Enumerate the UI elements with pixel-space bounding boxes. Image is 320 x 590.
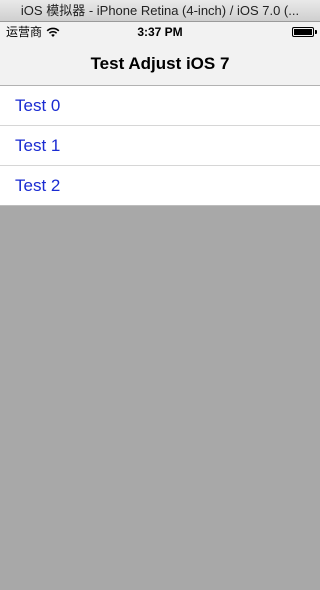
status-bar: 运营商 3:37 PM [0,22,320,42]
cell-label: Test 2 [15,176,61,195]
table-row[interactable]: Test 2 [0,166,320,206]
cell-label: Test 0 [15,96,61,115]
battery-icon [292,27,317,37]
table-row[interactable]: Test 1 [0,126,320,166]
navigation-bar: Test Adjust iOS 7 [0,42,320,86]
cell-label: Test 1 [15,136,61,155]
table-row[interactable]: Test 0 [0,86,320,126]
status-time: 3:37 PM [137,25,183,39]
battery-fill [294,29,312,35]
battery-nub [315,30,317,34]
row-separator [0,205,320,206]
simulator-window-title: iOS 模拟器 - iPhone Retina (4-inch) / iOS 7… [0,0,320,22]
nav-title: Test Adjust iOS 7 [90,54,230,73]
table-view[interactable]: Test 0 Test 1 Test 2 [0,86,320,206]
device-screen: 运营商 3:37 PM Test Adjust iOS 7 Test 0 Tes… [0,22,320,590]
